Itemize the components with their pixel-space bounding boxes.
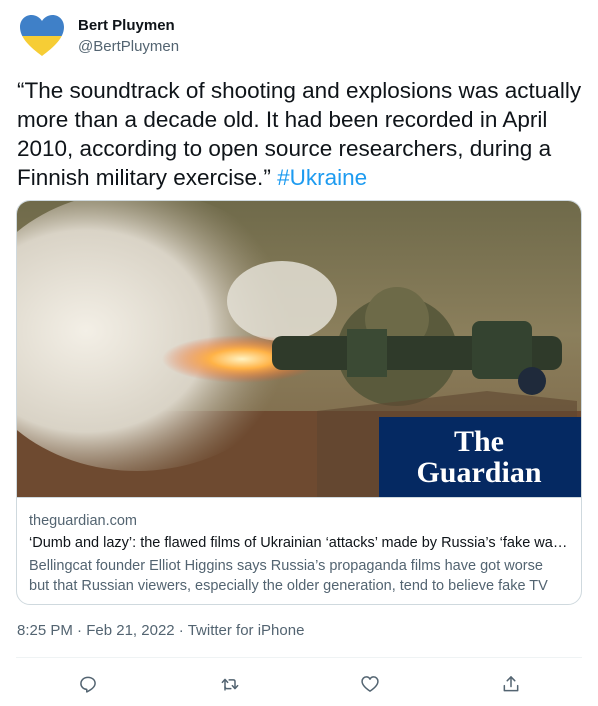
hashtag-link[interactable]: #Ukraine	[277, 165, 367, 190]
card-description: Bellingcat founder Elliot Higgins says R…	[29, 556, 569, 596]
like-button[interactable]	[356, 670, 384, 698]
card-description-line2: but that Russian viewers, especially the…	[29, 578, 548, 594]
action-bar	[0, 666, 598, 702]
like-icon	[361, 676, 379, 692]
link-card[interactable]: The Guardian theguardian.com ‘Dumb and l…	[16, 200, 582, 605]
author-name[interactable]: Bert Pluymen	[78, 17, 175, 34]
reply-button[interactable]	[74, 670, 102, 698]
guardian-logo-line2: Guardian	[416, 456, 541, 489]
retweet-button[interactable]	[216, 670, 244, 698]
separator: ·	[178, 622, 184, 639]
card-description-line1: Bellingcat founder Elliot Higgins says R…	[29, 558, 543, 574]
card-title: ‘Dumb and lazy’: the flawed films of Ukr…	[29, 535, 569, 551]
tweet-date[interactable]: Feb 21, 2022	[86, 622, 174, 639]
ukraine-heart-icon	[20, 15, 64, 56]
separator: ·	[77, 622, 83, 639]
article-image[interactable]: The Guardian	[17, 201, 582, 497]
divider	[16, 657, 582, 658]
author-handle[interactable]: @BertPluymen	[78, 38, 179, 55]
tweet-time[interactable]: 8:25 PM	[17, 622, 73, 639]
guardian-logo-line1: The	[454, 425, 504, 458]
tweet-header: Bert Pluymen @BertPluymen	[18, 12, 578, 60]
tweet-timestamp: 8:25 PM · Feb 21, 2022 · Twitter for iPh…	[17, 622, 304, 639]
share-button[interactable]	[497, 670, 525, 698]
share-icon	[503, 676, 519, 692]
tweet-text: “The soundtrack of shooting and explosio…	[17, 76, 582, 192]
avatar[interactable]	[18, 12, 66, 60]
tweet-source[interactable]: Twitter for iPhone	[188, 622, 305, 639]
card-divider	[17, 497, 581, 498]
retweet-icon	[221, 678, 239, 691]
card-meta[interactable]: theguardian.com ‘Dumb and lazy’: the fla…	[29, 511, 569, 596]
reply-icon	[80, 676, 96, 693]
card-domain: theguardian.com	[29, 513, 138, 529]
